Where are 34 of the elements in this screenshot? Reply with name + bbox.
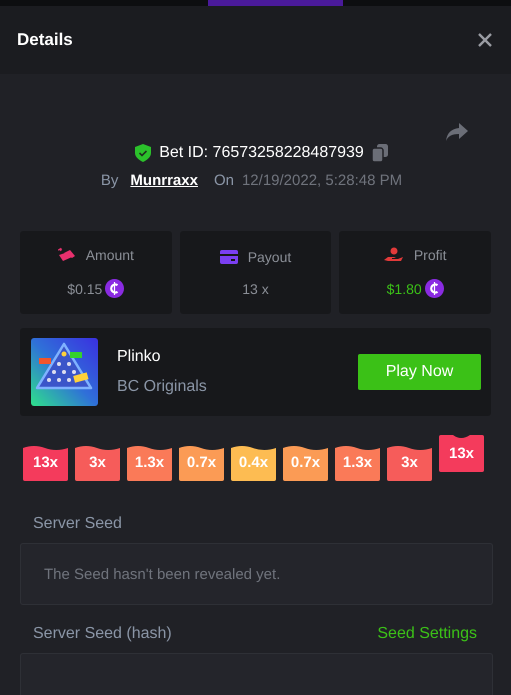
by-label: By xyxy=(100,172,118,189)
shield-check-icon xyxy=(135,144,152,162)
seed-settings-link[interactable]: Seed Settings xyxy=(377,625,477,643)
stat-value: 13 x xyxy=(242,280,269,296)
share-icon[interactable] xyxy=(445,122,469,142)
multiplier-slot: 13x xyxy=(23,444,68,481)
stat-value: $0.15 xyxy=(67,280,102,296)
bet-date: 12/19/2022, 5:28:48 PM xyxy=(242,172,402,189)
stat-label: Amount xyxy=(86,247,134,263)
on-label: On xyxy=(214,172,234,189)
field-label: Server Seed (hash) xyxy=(33,625,172,643)
bet-id: Bet ID: 76573258228487939 xyxy=(159,144,364,162)
multiplier-slot: 3x xyxy=(387,444,432,481)
multiplier-slot: 1.3x xyxy=(335,444,380,481)
hand-icon xyxy=(384,247,404,263)
multiplier-slot: 3x xyxy=(75,444,120,481)
game-provider: BC Originals xyxy=(117,378,208,396)
card-icon xyxy=(220,250,238,264)
copy-icon[interactable] xyxy=(372,144,388,162)
game-name: Plinko xyxy=(117,348,162,366)
panel-title: Details xyxy=(17,30,73,50)
server-seed-field: The Seed hasn't been revealed yet. xyxy=(20,543,493,605)
coins-icon xyxy=(58,247,76,263)
multiplier-slot: 0.7x xyxy=(179,444,224,481)
multiplier-slot: 1.3x xyxy=(127,444,172,481)
field-label: Server Seed xyxy=(33,515,122,533)
stat-value: $1.80 xyxy=(386,280,422,296)
multiplier-slot: 0.7x xyxy=(283,444,328,481)
stat-label: Payout xyxy=(248,248,292,264)
multiplier-slot: 0.4x xyxy=(231,444,276,481)
stat-label: Profit xyxy=(414,247,446,263)
user-link[interactable]: Munrraxx xyxy=(130,172,198,189)
multiplier-slot: 13x xyxy=(439,435,484,472)
close-icon[interactable] xyxy=(477,32,493,48)
